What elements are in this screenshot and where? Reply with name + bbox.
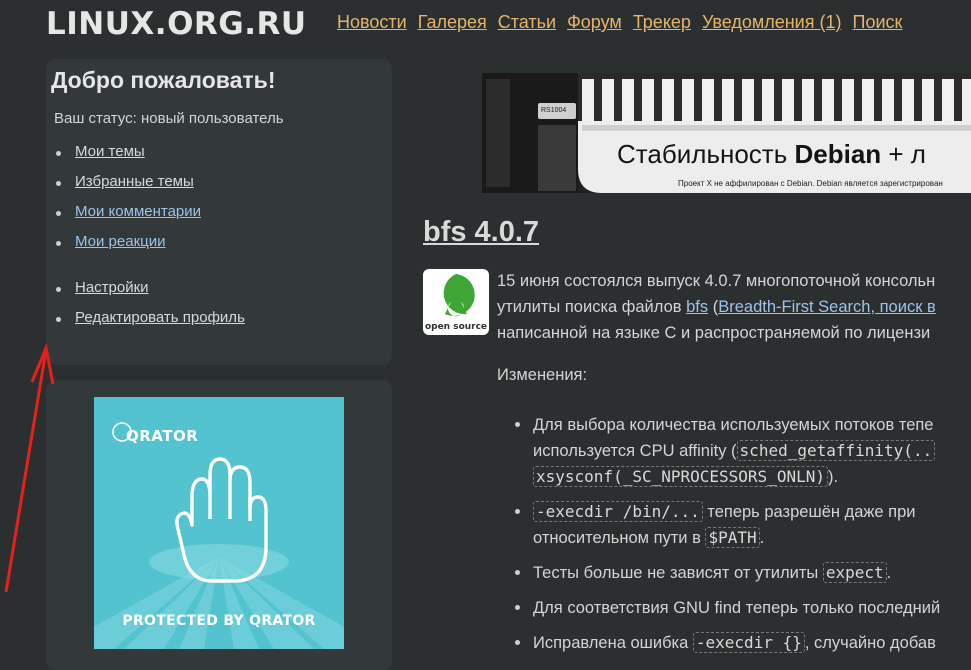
- site-logo[interactable]: LINUX.ORG.RU: [46, 6, 307, 42]
- open-source-logo: open source: [423, 269, 489, 335]
- list-item: Мои реакции: [56, 233, 166, 250]
- list-item: Мои комментарии: [55, 203, 201, 220]
- article-title[interactable]: bfs 4.0.7: [423, 216, 539, 249]
- list-item: -execdir /bin/... теперь разрешён даже п…: [514, 499, 971, 551]
- nav-notifications[interactable]: Уведомления (1): [702, 12, 842, 32]
- svg-text:open source: open source: [425, 322, 487, 332]
- list-item: Мои темы: [56, 143, 145, 160]
- link-my-reactions[interactable]: Мои реакции: [75, 233, 166, 250]
- list-item: Редактировать профиль: [56, 309, 245, 326]
- list-item: Настройки: [56, 279, 149, 296]
- article-intro: 15 июня состоялся выпуск 4.0.7 многопото…: [497, 272, 936, 342]
- banner-headline: Стабильность Debian + л: [617, 139, 926, 169]
- rack-tag: RS1004: [541, 107, 567, 114]
- qrator-banner[interactable]: QRATOR PROTECTED BY QRATOR: [94, 397, 344, 649]
- link-my-comments[interactable]: Мои комментарии: [75, 203, 201, 220]
- banner-disclaimer: Проект X не аффилирован с Debian. Debian…: [678, 179, 943, 188]
- list-item: Тесты больше не зависят от утилиты expec…: [514, 560, 971, 586]
- link-bfs[interactable]: bfs: [686, 298, 708, 316]
- list-item: Избранные темы: [56, 173, 194, 190]
- ad-panel: QRATOR PROTECTED BY QRATOR: [46, 380, 392, 670]
- changes-label: Изменения:: [497, 366, 588, 384]
- link-favorite-topics[interactable]: Избранные темы: [75, 173, 194, 190]
- nav-gallery[interactable]: Галерея: [418, 12, 487, 32]
- link-settings[interactable]: Настройки: [75, 279, 149, 296]
- changes-list: Для выбора количества используемых поток…: [514, 412, 971, 665]
- welcome-panel: Добро пожаловать! Ваш статус: новый поль…: [46, 59, 392, 365]
- nav-tracker[interactable]: Трекер: [633, 12, 691, 32]
- list-item: Исправлена ошибка -execdir {}, случайно …: [514, 630, 971, 656]
- nav-news[interactable]: Новости: [337, 12, 407, 32]
- open-source-icon: open source: [425, 274, 487, 332]
- nav-articles[interactable]: Статьи: [498, 12, 556, 32]
- welcome-title: Добро пожаловать!: [51, 67, 276, 93]
- link-edit-profile[interactable]: Редактировать профиль: [75, 309, 245, 326]
- user-status: Ваш статус: новый пользователь: [54, 110, 284, 127]
- qrator-brand: QRATOR: [126, 427, 199, 445]
- list-item: Для соответствия GNU find теперь только …: [514, 595, 971, 621]
- link-my-topics[interactable]: Мои темы: [75, 143, 145, 160]
- nav-forum[interactable]: Форум: [567, 12, 622, 32]
- top-navigation: Новости Галерея Статьи Форум Трекер Увед…: [337, 12, 908, 33]
- qrator-tagline: PROTECTED BY QRATOR: [122, 613, 316, 629]
- list-item: Для выбора количества используемых поток…: [514, 412, 971, 490]
- server-rack-graphic: [482, 73, 971, 193]
- link-breadth-first-search[interactable]: Breadth-First Search, поиск в: [718, 298, 936, 316]
- nav-search[interactable]: Поиск: [853, 12, 903, 32]
- debian-banner[interactable]: RS1004 Стабильность Debian + л Проект X …: [482, 73, 971, 193]
